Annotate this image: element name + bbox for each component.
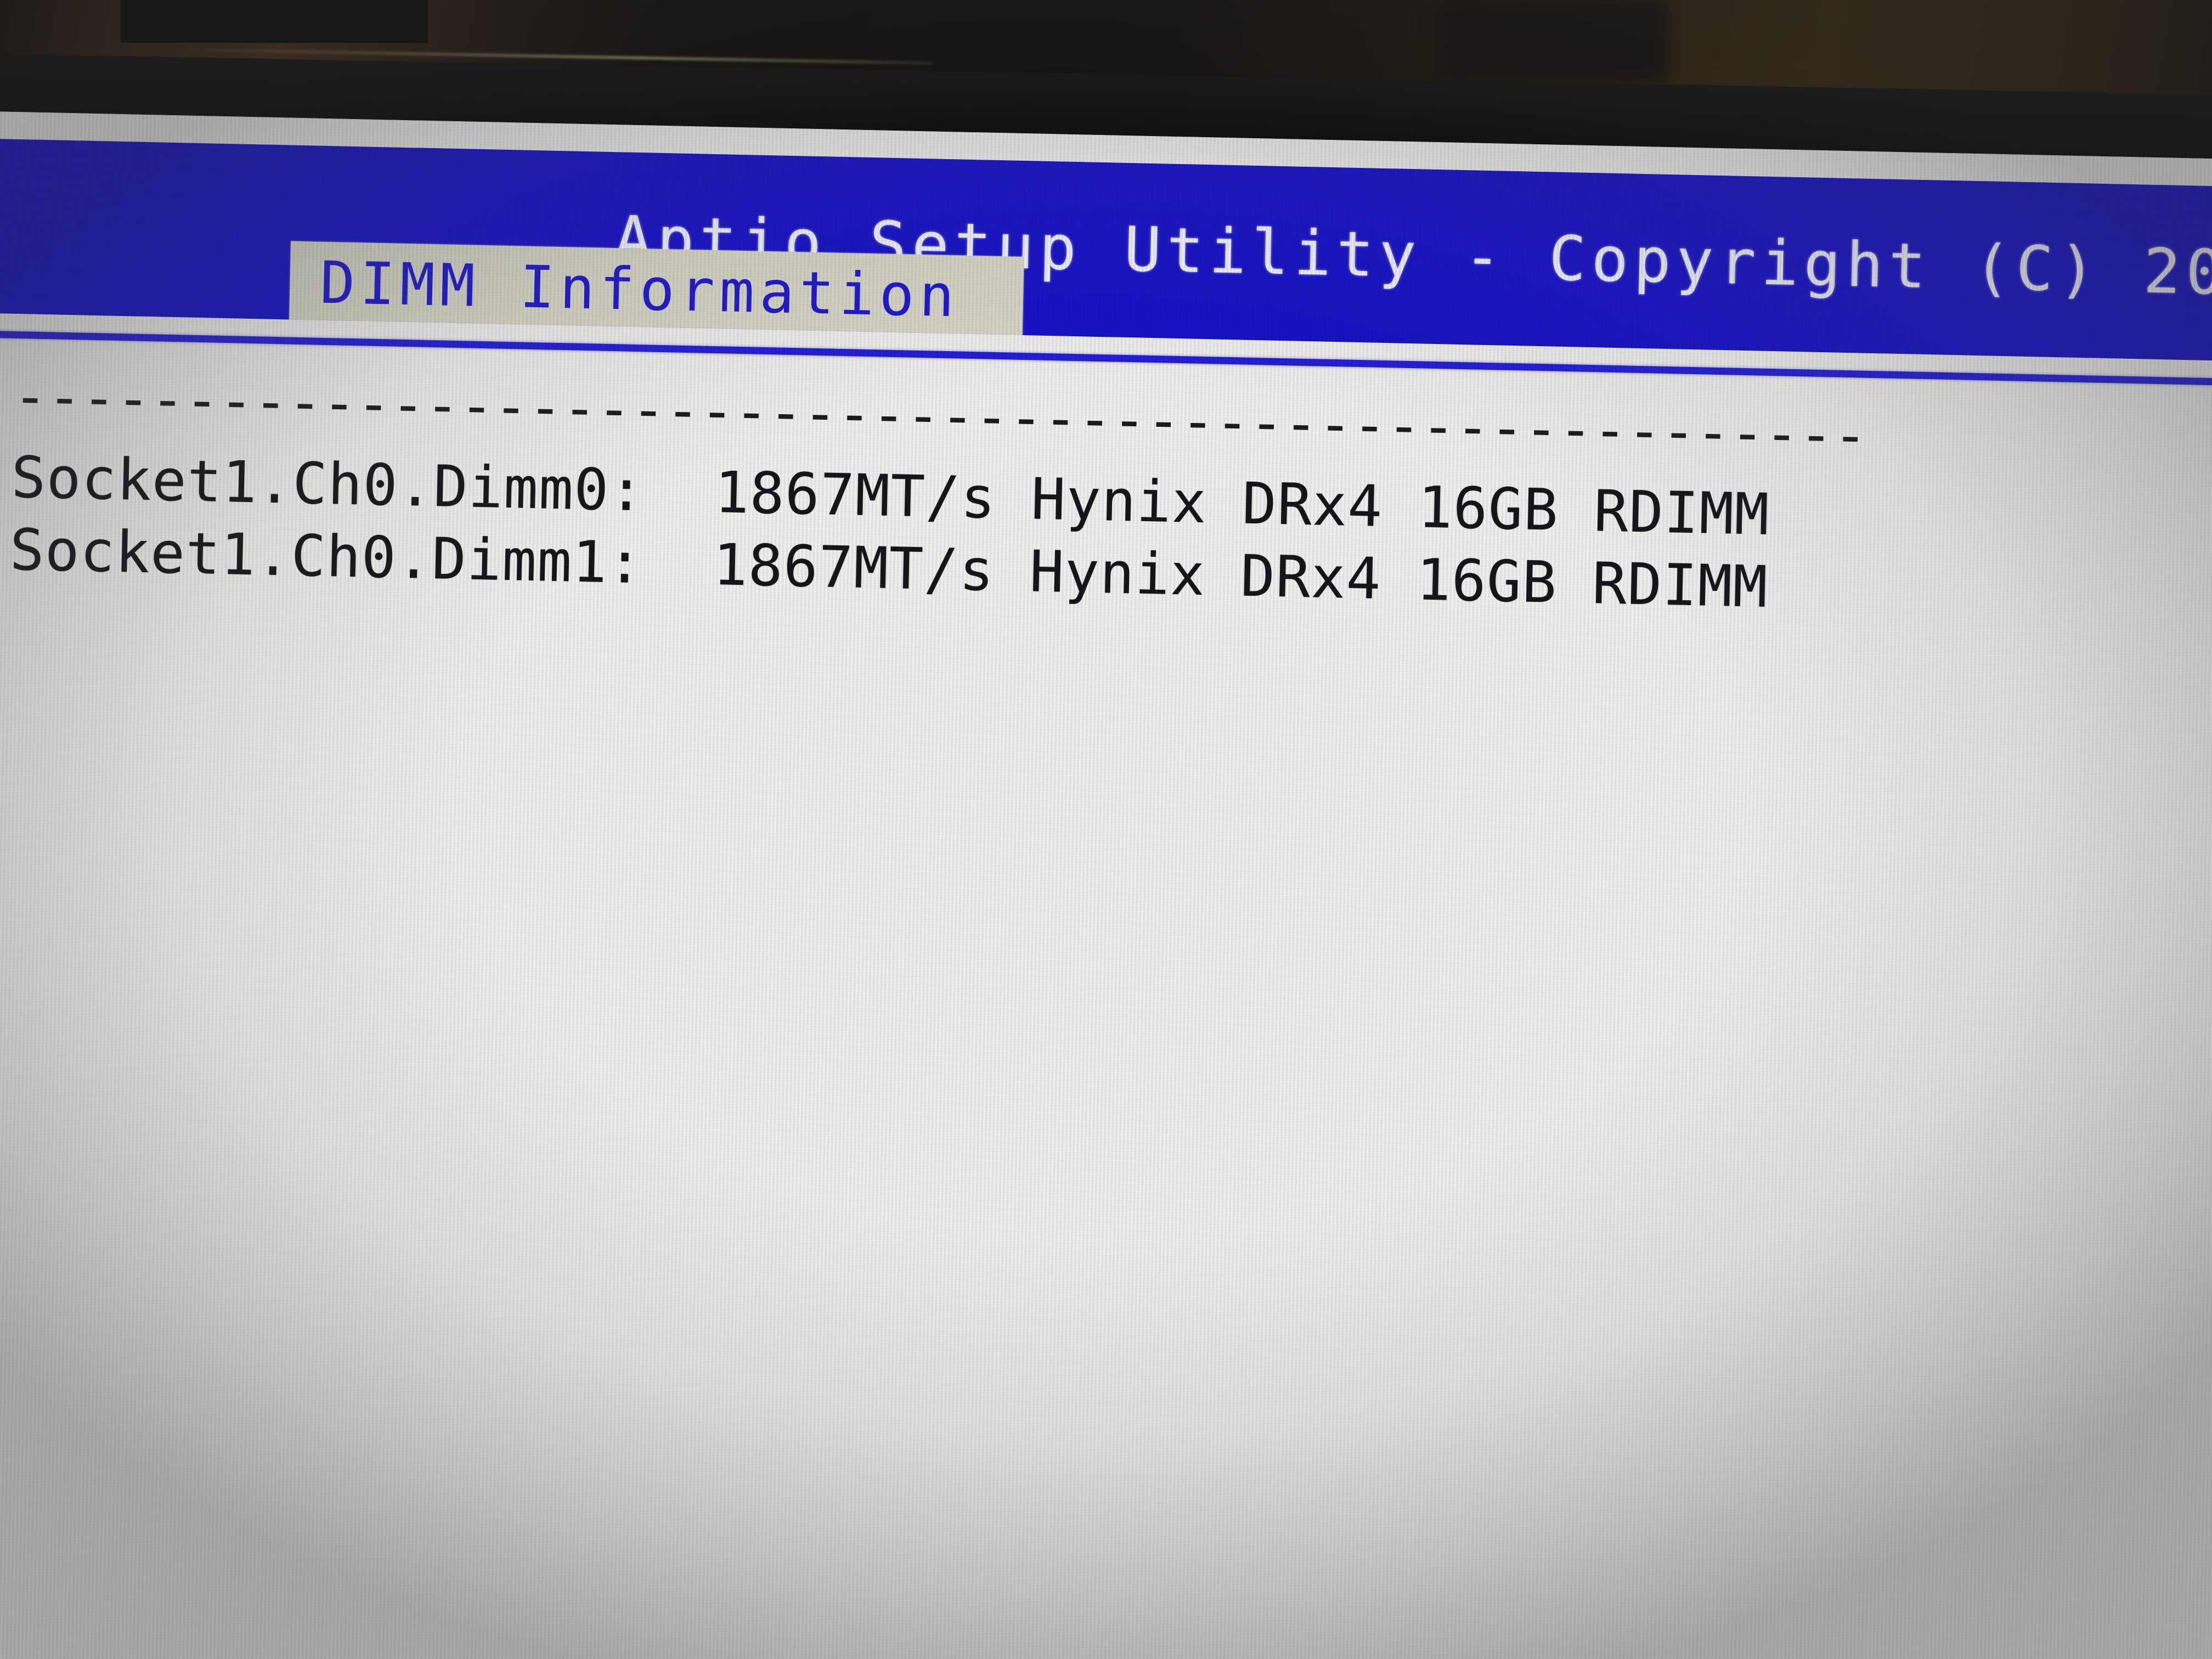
dark-object-behind-monitor-right [1437,0,1668,82]
dimm-table: Socket1.Ch0.Dimm0: 1867MT/s Hynix DRx4 1… [9,441,2207,633]
dimm-information-content: ----------------------------------------… [9,370,2208,633]
photograph-of-monitor: Aptio Setup Utility - Copyright (C) 2019… [0,0,2212,1659]
bios-setup-screen: Aptio Setup Utility - Copyright (C) 2019… [0,110,2212,1659]
tab-dimm-information-label: DIMM Information [319,249,960,330]
monitor-screen: Aptio Setup Utility - Copyright (C) 2019… [0,110,2212,1659]
dark-object-behind-monitor [121,0,428,43]
tab-dimm-information[interactable]: DIMM Information [289,241,1024,335]
